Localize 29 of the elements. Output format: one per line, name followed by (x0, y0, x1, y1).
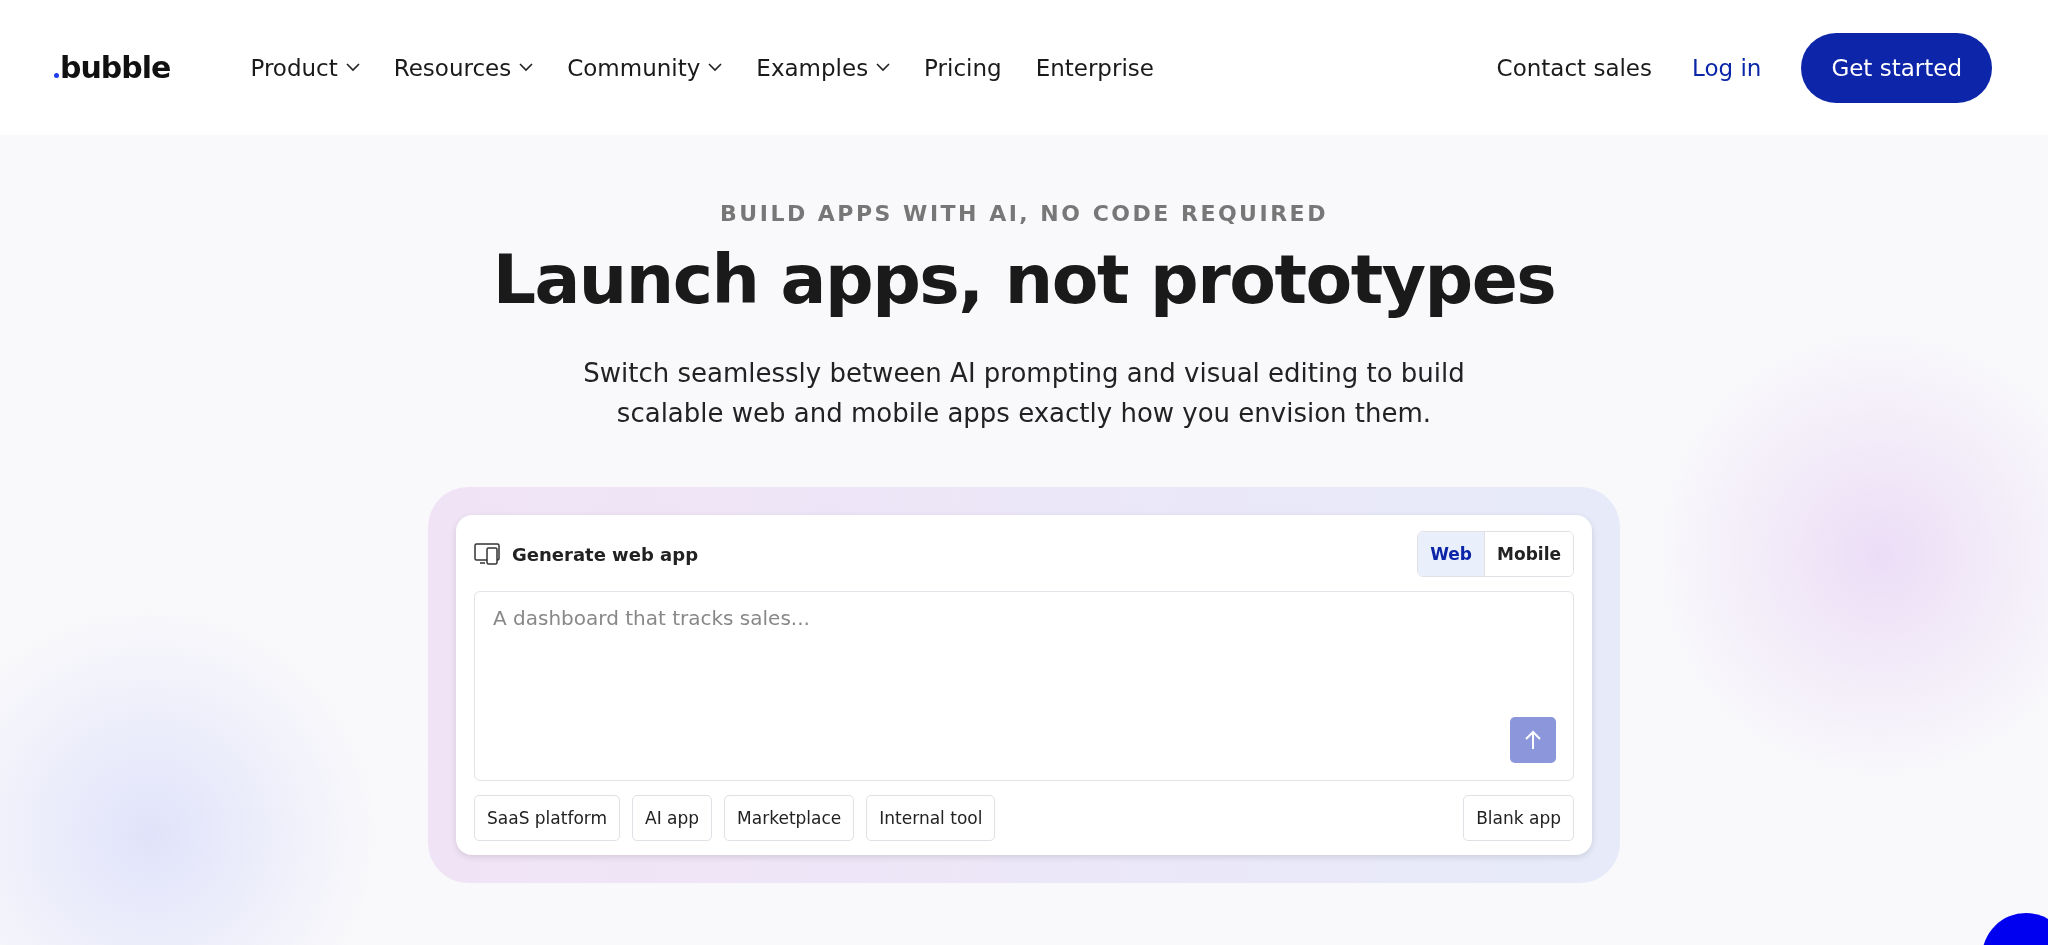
hero-title: Launch apps, not prototypes (492, 240, 1556, 319)
generator-title: Generate web app (512, 543, 698, 565)
devices-icon (474, 543, 500, 565)
chevron-down-icon (876, 63, 891, 72)
mode-tab[interactable]: Web (1418, 532, 1485, 576)
nav-link[interactable]: Examples (756, 54, 891, 81)
chevron-down-icon (345, 63, 360, 72)
eyebrow-text: BUILD APPS WITH AI, NO CODE REQUIRED (720, 201, 1328, 226)
mode-tab[interactable]: Mobile (1484, 532, 1573, 576)
prompt-field[interactable]: A dashboard that tracks sales... (474, 591, 1574, 781)
nav-link[interactable]: Product (250, 54, 360, 81)
logo[interactable]: bubble (54, 50, 171, 85)
send-button[interactable] (1510, 717, 1556, 763)
chevron-down-icon (708, 63, 723, 72)
login-link[interactable]: Log in (1692, 54, 1762, 81)
arrow-up-icon (1524, 730, 1542, 750)
template-chip[interactable]: AI app (632, 795, 713, 841)
nav-link[interactable]: Enterprise (1035, 54, 1154, 81)
contact-sales-link[interactable]: Contact sales (1496, 54, 1652, 81)
get-started-button[interactable]: Get started (1801, 32, 1992, 103)
template-chip[interactable]: Internal tool (866, 795, 996, 841)
template-chip[interactable]: SaaS platform (474, 795, 621, 841)
hero-subtitle: Switch seamlessly between AI prompting and visual editing to build scalable web and mobile apps exactly how you envision them. (582, 357, 1466, 430)
nav-link[interactable]: Community (567, 54, 723, 81)
chevron-down-icon (519, 63, 534, 72)
nav-link[interactable]: Pricing (924, 54, 1002, 81)
template-chip[interactable]: Marketplace (724, 795, 855, 841)
nav-link[interactable]: Resources (393, 54, 534, 81)
blank-app-button[interactable]: Blank app (1463, 795, 1574, 841)
